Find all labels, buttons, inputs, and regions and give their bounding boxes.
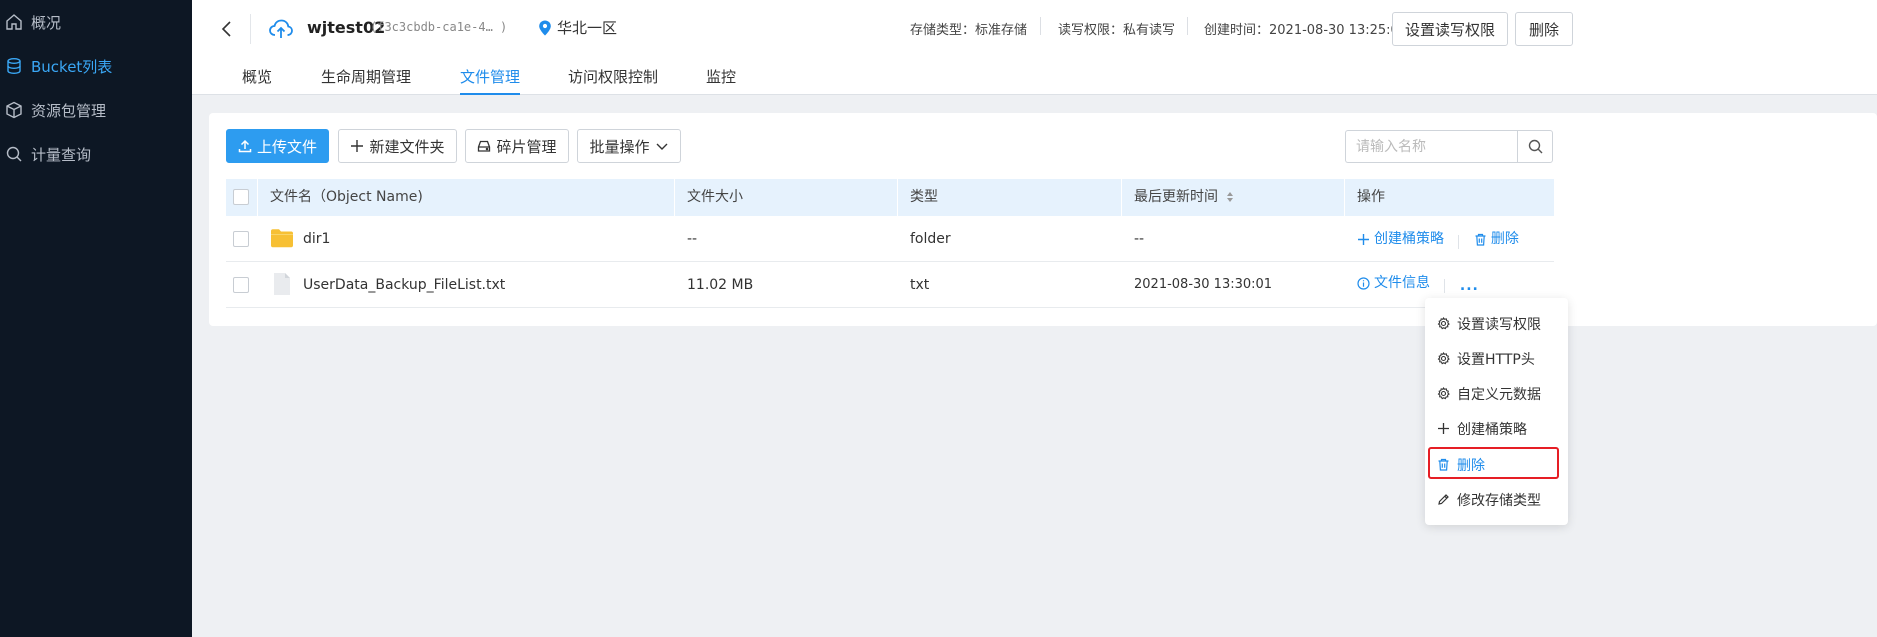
search-icon bbox=[3, 143, 25, 165]
tab-access-control[interactable]: 访问权限控制 bbox=[568, 66, 658, 95]
sidebar-item-bucket-list[interactable]: Bucket列表 bbox=[0, 46, 192, 86]
database-icon bbox=[3, 55, 25, 77]
sidebar-item-label: 概况 bbox=[31, 13, 62, 32]
trash-icon bbox=[1475, 233, 1486, 246]
plus-icon bbox=[1438, 423, 1449, 434]
delete-link[interactable]: 删除 bbox=[1474, 216, 1519, 262]
menu-item-set-http-header[interactable]: 设置HTTP头 bbox=[1425, 341, 1568, 376]
bucket-id: (f3c3cbdb-ca1e-4… ) bbox=[370, 20, 508, 34]
column-header-type: 类型 bbox=[910, 189, 938, 205]
file-name-link[interactable]: UserData_Backup_FileList.txt bbox=[303, 262, 505, 308]
disk-icon bbox=[478, 140, 491, 152]
meta-divider bbox=[1040, 17, 1041, 35]
menu-item-delete[interactable]: 删除 bbox=[1425, 447, 1568, 482]
bucket-header: wjtest02 (f3c3cbdb-ca1e-4… ) 华北一区 存储类型：标… bbox=[192, 0, 1877, 95]
select-all-checkbox[interactable] bbox=[233, 189, 249, 205]
info-icon bbox=[1357, 276, 1370, 290]
file-updated: 2021-08-30 13:30:01 bbox=[1134, 277, 1273, 292]
file-type: folder bbox=[910, 231, 951, 247]
tab-file-management[interactable]: 文件管理 bbox=[460, 66, 521, 95]
file-type: txt bbox=[910, 277, 930, 293]
tab-overview[interactable]: 概览 bbox=[242, 66, 272, 95]
sidebar-item-label: Bucket列表 bbox=[31, 57, 113, 76]
cloud-upload-icon bbox=[269, 19, 293, 38]
region: 华北一区 bbox=[538, 17, 617, 38]
gear-icon bbox=[1437, 387, 1450, 400]
tab-monitoring[interactable]: 监控 bbox=[706, 66, 736, 95]
upload-icon bbox=[238, 139, 252, 153]
table-row: UserData_Backup_FileList.txt 11.02 MB tx… bbox=[226, 262, 1554, 308]
column-header-name: 文件名（Object Name) bbox=[270, 189, 423, 205]
folder-icon bbox=[270, 216, 294, 262]
file-panel: 上传文件 新建文件夹 碎片管理 批量操作 文件名（Object Name) 文件… bbox=[209, 113, 1877, 326]
sidebar-item-label: 计量查询 bbox=[31, 145, 92, 164]
row-checkbox[interactable] bbox=[233, 277, 249, 293]
set-permission-button[interactable]: 设置读写权限 bbox=[1392, 12, 1508, 46]
more-actions-menu: 设置读写权限 设置HTTP头 自定义元数据 创建桶策略 删除 修改存储类型 bbox=[1425, 298, 1568, 525]
column-header-actions: 操作 bbox=[1357, 189, 1385, 205]
row-actions: 创建桶策略 删除 bbox=[1357, 216, 1519, 262]
search-icon bbox=[1528, 139, 1542, 154]
search-button[interactable] bbox=[1517, 130, 1553, 163]
batch-operations-dropdown[interactable]: 批量操作 bbox=[577, 129, 681, 163]
new-folder-button[interactable]: 新建文件夹 bbox=[338, 129, 457, 163]
menu-item-change-storage-class[interactable]: 修改存储类型 bbox=[1425, 482, 1568, 517]
sidebar-item-label: 资源包管理 bbox=[31, 101, 107, 120]
trash-icon bbox=[1438, 458, 1449, 471]
file-icon bbox=[272, 262, 292, 308]
search-input[interactable] bbox=[1345, 130, 1517, 163]
rw-permission: 读写权限：私有读写 bbox=[1058, 23, 1176, 38]
location-pin-icon bbox=[539, 20, 551, 35]
file-updated: -- bbox=[1134, 231, 1145, 247]
fragment-management-button[interactable]: 碎片管理 bbox=[465, 129, 569, 163]
tab-lifecycle[interactable]: 生命周期管理 bbox=[321, 66, 411, 95]
chevron-left-icon bbox=[221, 21, 231, 37]
column-header-size: 文件大小 bbox=[687, 189, 743, 205]
create-policy-link[interactable]: 创建桶策略 bbox=[1357, 216, 1444, 262]
sort-icon bbox=[1227, 192, 1234, 202]
menu-item-custom-metadata[interactable]: 自定义元数据 bbox=[1425, 376, 1568, 411]
column-header-updated[interactable]: 最后更新时间 bbox=[1134, 179, 1234, 216]
back-button[interactable] bbox=[212, 14, 242, 44]
sidebar: 概况 Bucket列表 资源包管理 计量查询 bbox=[0, 0, 192, 637]
delete-bucket-button[interactable]: 删除 bbox=[1515, 12, 1573, 46]
file-size: 11.02 MB bbox=[687, 277, 754, 293]
row-checkbox[interactable] bbox=[233, 231, 249, 247]
region-label: 华北一区 bbox=[557, 19, 618, 37]
sidebar-item-overview[interactable]: 概况 bbox=[0, 2, 192, 42]
plus-icon bbox=[351, 140, 364, 152]
file-name-link[interactable]: dir1 bbox=[303, 216, 330, 262]
file-size: -- bbox=[687, 231, 698, 247]
cube-icon bbox=[3, 99, 25, 121]
sidebar-item-resource-package[interactable]: 资源包管理 bbox=[0, 90, 192, 130]
gear-icon bbox=[1437, 352, 1450, 365]
plus-icon bbox=[1358, 233, 1369, 245]
sidebar-item-metering[interactable]: 计量查询 bbox=[0, 134, 192, 174]
chevron-down-icon bbox=[656, 143, 667, 150]
upload-file-button[interactable]: 上传文件 bbox=[226, 129, 329, 163]
table-row: dir1 -- folder -- 创建桶策略 删除 bbox=[226, 216, 1554, 262]
gear-icon bbox=[1437, 317, 1450, 330]
pencil-icon bbox=[1438, 494, 1449, 505]
header-divider bbox=[250, 14, 251, 44]
storage-type: 存储类型：标准存储 bbox=[910, 23, 1028, 38]
file-info-link[interactable]: 文件信息 bbox=[1357, 260, 1430, 306]
table-header: 文件名（Object Name) 文件大小 类型 最后更新时间 操作 bbox=[226, 179, 1554, 216]
created-time: 创建时间：2021-08-30 13:25:05 bbox=[1204, 23, 1408, 38]
meta-divider bbox=[1187, 17, 1188, 35]
tab-bar: 概览 生命周期管理 文件管理 访问权限控制 监控 bbox=[192, 58, 1877, 95]
menu-item-set-permission[interactable]: 设置读写权限 bbox=[1425, 306, 1568, 341]
home-icon bbox=[3, 11, 25, 33]
menu-item-create-policy[interactable]: 创建桶策略 bbox=[1425, 411, 1568, 446]
